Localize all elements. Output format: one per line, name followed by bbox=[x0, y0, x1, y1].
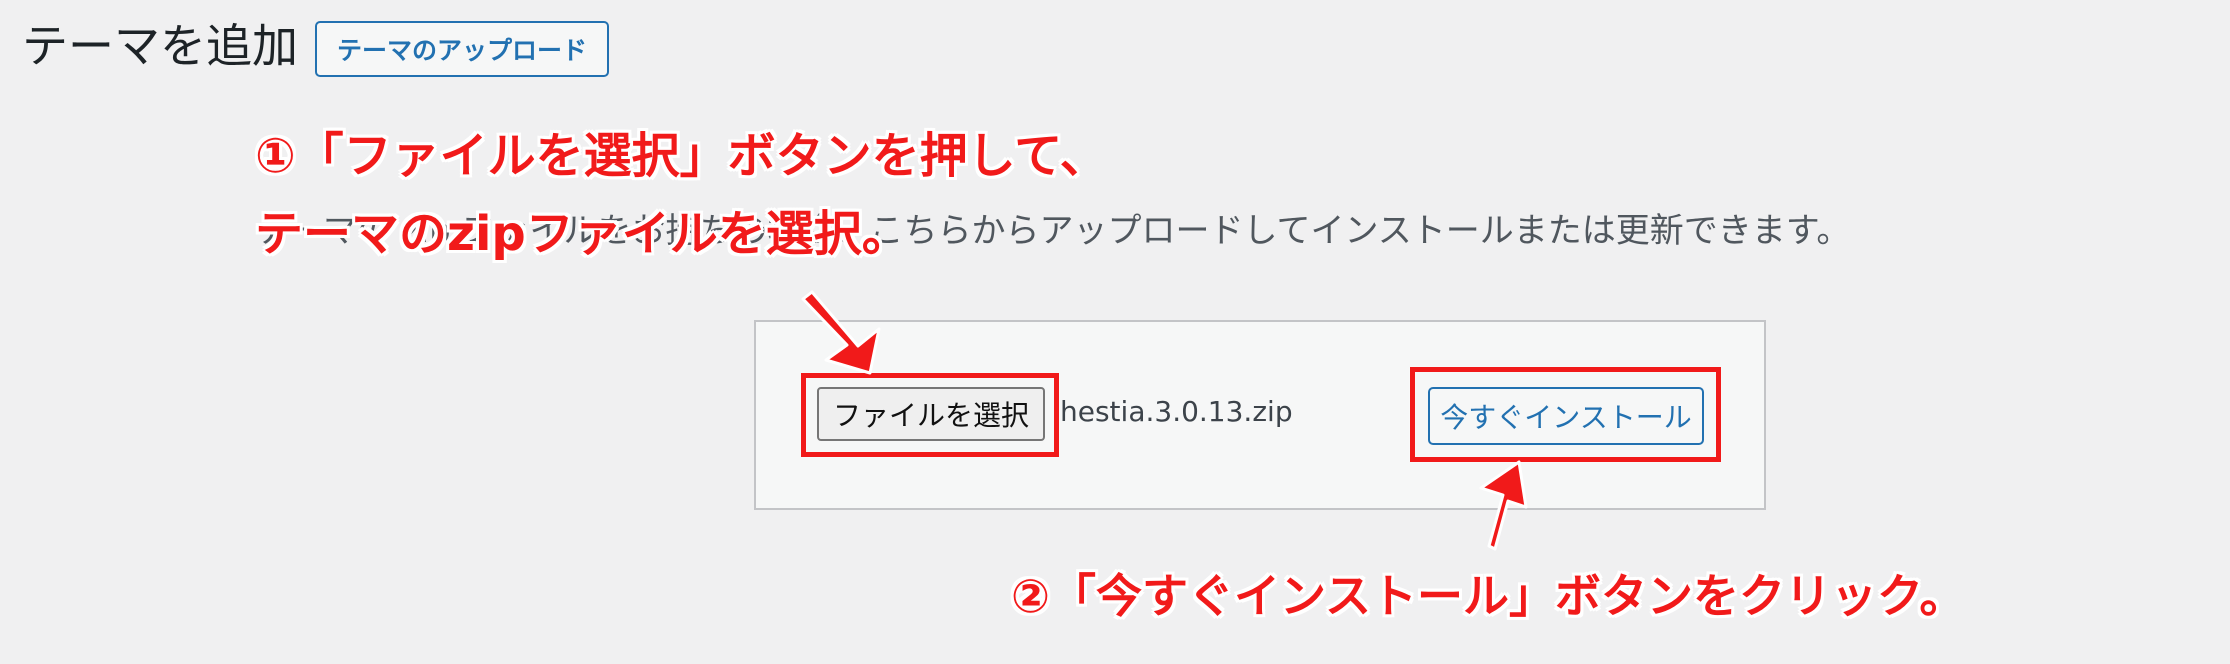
annotation-step-1-line-1: ①「ファイルを選択」ボタンを押して、 bbox=[255, 128, 1108, 184]
theme-install-page: テーマを追加 テーマのアップロード テーマの zip ファイルをお持ちの場合、こ… bbox=[0, 0, 2230, 664]
page-title: テーマを追加 bbox=[22, 19, 298, 73]
install-now-button[interactable]: 今すぐインストール bbox=[1428, 387, 1704, 445]
choose-file-button[interactable]: ファイルを選択 bbox=[817, 387, 1045, 441]
selected-file-name: hestia.3.0.13.zip bbox=[1060, 395, 1293, 428]
annotation-step-2: ②「今すぐインストール」ボタンをクリック。 bbox=[1011, 569, 1966, 623]
annotation-step-1-line-2: テーマのzipファイルを選択。 bbox=[255, 206, 910, 262]
theme-upload-button[interactable]: テーマのアップロード bbox=[315, 21, 609, 77]
